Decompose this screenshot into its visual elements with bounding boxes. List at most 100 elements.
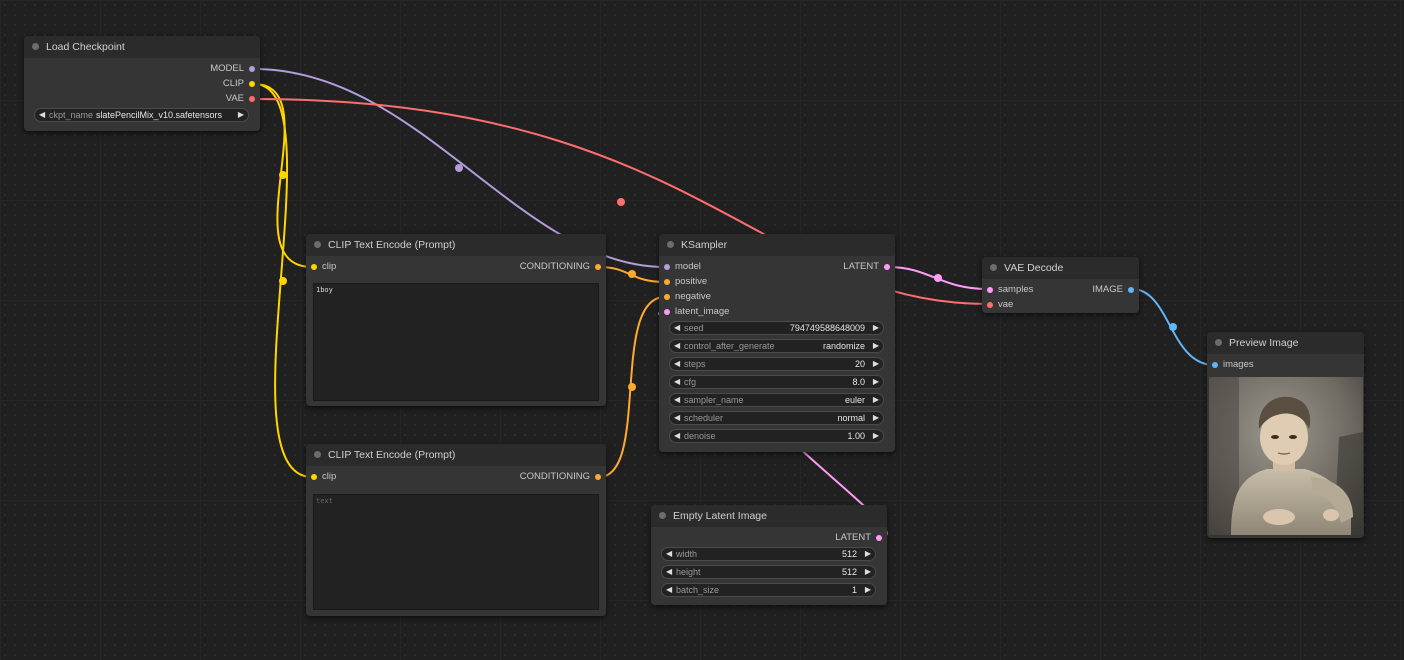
node-title[interactable]: Empty Latent Image [651,505,887,527]
node-vae-decode[interactable]: VAE Decode samples IMAGE vae [982,257,1139,313]
node-title[interactable]: Preview Image [1207,332,1364,354]
node-clip-text-encode-positive[interactable]: CLIP Text Encode (Prompt) clip CONDITION… [306,234,606,406]
arrow-right-icon[interactable]: ▶ [873,376,879,388]
input-label: images [1223,359,1254,370]
arrow-right-icon[interactable]: ▶ [873,322,879,334]
node-empty-latent-image[interactable]: Empty Latent Image LATENT ◀ width 512 ▶ ◀ he… [651,505,887,605]
widget-label: cfg [684,377,697,387]
arrow-right-icon[interactable]: ▶ [873,358,879,370]
arrow-left-icon[interactable]: ◀ [666,566,672,578]
input-port-dot[interactable] [664,308,670,315]
node-clip-text-encode-negative[interactable]: CLIP Text Encode (Prompt) clip CONDITION… [306,444,606,616]
collapse-dot-icon[interactable] [990,264,997,271]
preview-image-output[interactable] [1209,377,1363,535]
collapse-dot-icon[interactable] [667,241,674,248]
arrow-right-icon[interactable]: ▶ [865,566,871,578]
arrow-right-icon[interactable]: ▶ [865,584,871,596]
arrow-left-icon[interactable]: ◀ [674,376,680,388]
control-after-generate-widget[interactable]: ◀ control_after_generate randomize ▶ [669,339,884,353]
input-port-dot[interactable] [987,301,993,308]
output-label: CONDITIONING [519,261,590,272]
arrow-left-icon[interactable]: ◀ [674,340,680,352]
arrow-right-icon[interactable]: ▶ [873,412,879,424]
node-title[interactable]: KSampler [659,234,895,256]
prompt-textarea[interactable]: 1boy [313,283,599,401]
arrow-right-icon[interactable]: ▶ [873,394,879,406]
batch-size-widget[interactable]: ◀ batch_size 1 ▶ [661,583,876,597]
seed-widget[interactable]: ◀ seed 794749588648009 ▶ [669,321,884,335]
collapse-dot-icon[interactable] [314,451,321,458]
output-clip[interactable]: CLIP [24,76,260,91]
output-vae[interactable]: VAE [24,91,260,106]
arrow-right-icon[interactable]: ▶ [873,340,879,352]
arrow-right-icon[interactable]: ▶ [865,548,871,560]
collapse-dot-icon[interactable] [32,43,39,50]
prompt-textarea[interactable]: text [313,494,599,610]
wire-negative-midpoint[interactable] [628,383,636,391]
input-port-dot[interactable] [311,473,317,480]
input-port-dot[interactable] [664,263,670,270]
node-title[interactable]: Load Checkpoint [24,36,260,58]
wire-positive-midpoint[interactable] [628,270,636,278]
arrow-left-icon[interactable]: ◀ [666,584,672,596]
input-port-dot[interactable] [664,278,670,285]
wire-vae-midpoint[interactable] [617,198,625,206]
output-port-dot[interactable] [249,80,255,87]
wire-samples-midpoint[interactable] [934,274,942,282]
output-port-dot[interactable] [595,473,601,480]
cfg-widget[interactable]: ◀ cfg 8.0 ▶ [669,375,884,389]
input-latent-image[interactable]: latent_image [659,304,895,319]
denoise-widget[interactable]: ◀ denoise 1.00 ▶ [669,429,884,443]
node-title[interactable]: CLIP Text Encode (Prompt) [306,444,606,466]
input-images[interactable]: images [1207,357,1364,372]
output-port-dot[interactable] [876,534,882,541]
node-title-text: VAE Decode [1004,262,1064,274]
input-port-dot[interactable] [664,293,670,300]
sampler-name-widget[interactable]: ◀ sampler_name euler ▶ [669,393,884,407]
node-ksampler[interactable]: KSampler model LATENT positive negative … [659,234,895,452]
width-widget[interactable]: ◀ width 512 ▶ [661,547,876,561]
output-port-dot[interactable] [1128,286,1134,293]
widget-label: batch_size [676,585,720,595]
height-widget[interactable]: ◀ height 512 ▶ [661,565,876,579]
scheduler-widget[interactable]: ◀ scheduler normal ▶ [669,411,884,425]
node-preview-image[interactable]: Preview Image images [1207,332,1364,538]
arrow-left-icon[interactable]: ◀ [674,412,680,424]
output-latent[interactable]: LATENT [651,530,887,545]
node-load-checkpoint[interactable]: Load Checkpoint MODEL CLIP VAE ◀ ckpt_na… [24,36,260,131]
arrow-left-icon[interactable]: ◀ [39,109,45,121]
output-port-dot[interactable] [249,95,255,102]
arrow-left-icon[interactable]: ◀ [674,394,680,406]
output-label: VAE [225,93,244,104]
arrow-left-icon[interactable]: ◀ [674,358,680,370]
wire-clip1-midpoint[interactable] [279,171,287,179]
input-positive[interactable]: positive [659,274,895,289]
input-port-dot[interactable] [311,263,317,270]
input-port-dot[interactable] [1212,361,1218,368]
arrow-right-icon[interactable]: ▶ [238,109,244,121]
arrow-left-icon[interactable]: ◀ [674,430,680,442]
node-title[interactable]: VAE Decode [982,257,1139,279]
steps-widget[interactable]: ◀ steps 20 ▶ [669,357,884,371]
output-port-dot[interactable] [595,263,601,270]
output-port-dot[interactable] [249,65,255,72]
widget-label: denoise [684,431,716,441]
wire-model-midpoint[interactable] [455,164,463,172]
ckpt-name-combo[interactable]: ◀ ckpt_name slatePencilMix_v10.safetenso… [34,108,249,122]
collapse-dot-icon[interactable] [659,512,666,519]
arrow-left-icon[interactable]: ◀ [674,322,680,334]
input-label: samples [998,284,1034,295]
input-negative[interactable]: negative [659,289,895,304]
node-title-text: CLIP Text Encode (Prompt) [328,239,456,251]
collapse-dot-icon[interactable] [1215,339,1222,346]
arrow-left-icon[interactable]: ◀ [666,548,672,560]
arrow-right-icon[interactable]: ▶ [873,430,879,442]
output-port-dot[interactable] [884,263,890,270]
wire-clip2-midpoint[interactable] [279,277,287,285]
node-title[interactable]: CLIP Text Encode (Prompt) [306,234,606,256]
input-port-dot[interactable] [987,286,993,293]
input-vae[interactable]: vae [982,297,1139,312]
wire-image-midpoint[interactable] [1169,323,1177,331]
output-model[interactable]: MODEL [24,61,260,76]
collapse-dot-icon[interactable] [314,241,321,248]
